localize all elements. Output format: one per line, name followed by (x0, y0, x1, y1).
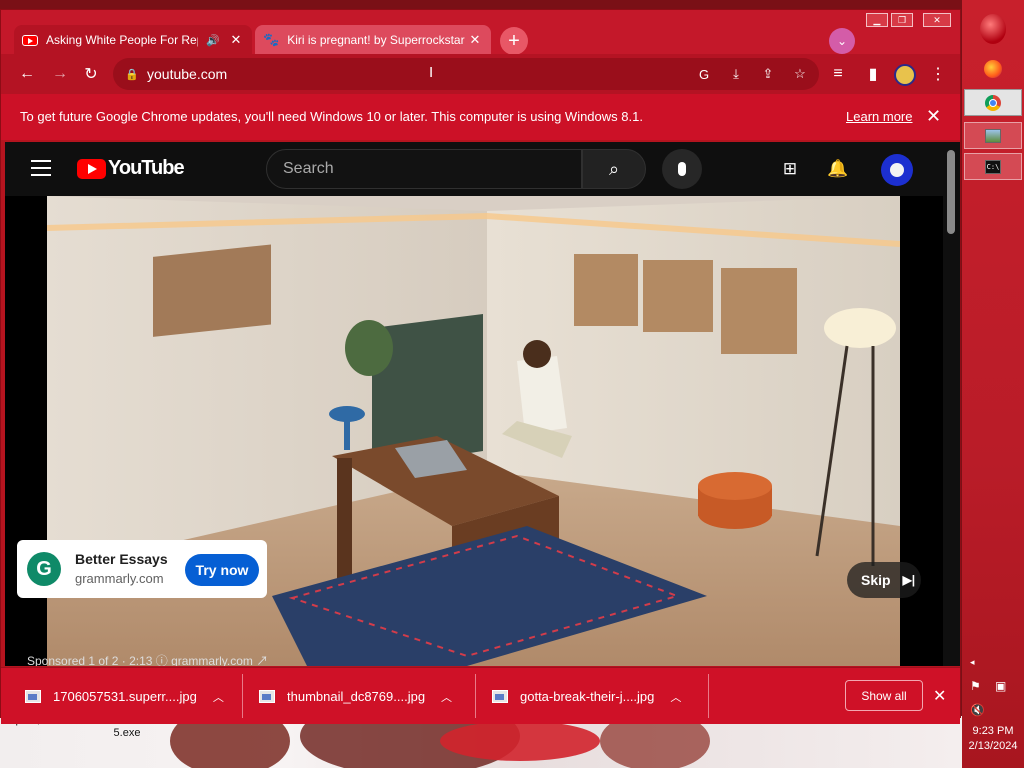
tab-title: Asking White People For Rep (46, 33, 199, 47)
taskbar-chrome-button[interactable] (964, 89, 1022, 116)
learn-more-link[interactable]: Learn more (846, 109, 912, 124)
youtube-page: YouTube Search ⌕ ⊞ 🔔 G Better Essays gra… (5, 142, 943, 666)
image-file-icon (259, 690, 275, 703)
action-center-flag-icon[interactable]: ⚑ (970, 679, 981, 693)
download-filename: gotta-break-their-j....jpg (520, 689, 655, 704)
notifications-bell-icon[interactable]: 🔔 (827, 158, 849, 180)
toolbar: ← → ↻ 🔒 youtube.com I G ⤓ ⇪ ☆ ≡ ▮ ⋮ (1, 54, 960, 94)
youtube-logo[interactable]: YouTube (77, 157, 185, 180)
close-tab-icon[interactable]: ✕ (228, 32, 244, 48)
google-lens-icon[interactable]: G (695, 65, 713, 83)
page-scrollbar[interactable] (943, 142, 960, 666)
image-file-icon (492, 690, 508, 703)
terminal-icon: C:\ (985, 159, 1001, 174)
downloads-bar: 1706057531.superr....jpg ︿ thumbnail_dc8… (1, 667, 960, 724)
address-bar[interactable]: 🔒 youtube.com I G ⤓ ⇪ ☆ (113, 58, 819, 90)
account-avatar[interactable] (881, 154, 913, 186)
skip-ad-button[interactable]: Skip ▶| (847, 562, 921, 598)
ad-card[interactable]: G Better Essays grammarly.com Try now (17, 540, 267, 598)
sponsored-label: Sponsored 1 of 2 · 2:13 ⓘ grammarly.com … (27, 654, 269, 666)
tab-title: Kiri is pregnant! by Superrockstar (287, 33, 465, 47)
profile-avatar[interactable] (894, 64, 916, 86)
download-filename: thumbnail_dc8769....jpg (287, 689, 426, 704)
clock-time: 9:23 PM (972, 725, 1014, 737)
youtube-play-logo-icon (77, 158, 106, 179)
ad-title: Better Essays (75, 551, 168, 567)
close-downloads-icon[interactable]: ✕ (933, 686, 946, 706)
tab-strip: ▁ ❐ ✕ Asking White People For Rep 🔊 ✕ 🐾 … (1, 10, 960, 55)
show-all-downloads-button[interactable]: Show all (845, 680, 923, 711)
chrome-window: ▁ ❐ ✕ Asking White People For Rep 🔊 ✕ 🐾 … (0, 9, 961, 724)
download-item[interactable]: 1706057531.superr....jpg ︿ (25, 668, 224, 725)
share-icon[interactable]: ⇪ (759, 65, 777, 83)
youtube-favicon-icon (22, 34, 38, 46)
forward-button[interactable]: → (49, 63, 71, 85)
clock-date: 2/13/2024 (968, 740, 1018, 752)
microphone-icon (678, 162, 686, 176)
skip-label: Skip (861, 572, 891, 588)
tray-expand-icon[interactable]: ◂ (970, 657, 975, 668)
divider (242, 674, 243, 718)
ad-domain: grammarly.com (75, 571, 164, 586)
grammarly-logo-icon: G (27, 552, 61, 586)
voice-search-button[interactable] (662, 149, 702, 189)
back-button[interactable]: ← (16, 63, 38, 85)
start-orb-icon[interactable] (980, 14, 1006, 44)
chrome-menu-icon[interactable]: ⋮ (927, 63, 949, 85)
chevron-up-icon[interactable]: ︿ (213, 689, 224, 705)
search-input[interactable]: Search (266, 149, 582, 189)
new-tab-button[interactable]: + (500, 27, 528, 55)
lock-icon[interactable]: 🔒 (125, 68, 139, 81)
download-filename: 1706057531.superr....jpg (53, 689, 197, 704)
youtube-header: YouTube Search ⌕ ⊞ 🔔 (5, 142, 943, 196)
side-panel-icon[interactable]: ▮ (862, 63, 884, 85)
network-icon[interactable]: ▣ (995, 679, 1006, 693)
restore-button[interactable]: ❐ (891, 13, 913, 27)
download-item[interactable]: thumbnail_dc8769....jpg ︿ (259, 668, 452, 725)
taskbar: C:\ ◂ ⚑ ▣ 🔇 (962, 0, 1024, 768)
text-cursor-icon: I (429, 64, 434, 81)
chevron-down-icon: ⌄ (836, 34, 848, 48)
taskbar-clock[interactable]: 9:23 PM 2/13/2024 (962, 724, 1024, 754)
download-item[interactable]: gotta-break-their-j....jpg ︿ (492, 668, 681, 725)
hamburger-menu-icon[interactable] (31, 160, 51, 176)
address-url: youtube.com (147, 66, 228, 82)
volume-muted-icon[interactable]: 🔇 (970, 703, 985, 717)
chrome-icon (985, 94, 1001, 111)
video-player[interactable]: G Better Essays grammarly.com Try now Sk… (5, 196, 943, 666)
reload-button[interactable]: ↻ (80, 63, 102, 85)
scrollbar-thumb[interactable] (947, 150, 955, 234)
media-controls-icon[interactable]: ≡ (827, 63, 849, 85)
image-file-icon (25, 690, 41, 703)
infobar-message: To get future Google Chrome updates, you… (20, 109, 643, 124)
infobar-close-icon[interactable]: ✕ (926, 106, 941, 127)
update-infobar: To get future Google Chrome updates, you… (1, 94, 960, 140)
bookmark-star-icon[interactable]: ☆ (791, 65, 809, 83)
divider (475, 674, 476, 718)
tab-search-button[interactable]: ⌄ (829, 28, 855, 54)
search-icon: ⌕ (608, 158, 620, 179)
close-window-button[interactable]: ✕ (923, 13, 951, 27)
paw-favicon-icon: 🐾 (263, 32, 280, 47)
tab-deviantart[interactable]: 🐾 Kiri is pregnant! by Superrockstar ✕ (255, 25, 491, 55)
chevron-up-icon[interactable]: ︿ (670, 689, 681, 705)
speaker-icon[interactable]: 🔊 (206, 34, 220, 47)
skip-next-icon: ▶| (902, 573, 916, 587)
close-tab-icon[interactable]: ✕ (467, 32, 483, 48)
install-app-icon[interactable]: ⤓ (727, 65, 745, 83)
minimize-button[interactable]: ▁ (866, 13, 888, 27)
firefox-icon[interactable] (984, 60, 1002, 78)
screen: Papers, Please Forza Horizon 5.exe C:\ ◂… (0, 0, 1024, 768)
taskbar-cmd-button[interactable]: C:\ (964, 153, 1022, 180)
tab-youtube[interactable]: Asking White People For Rep 🔊 ✕ (14, 25, 252, 55)
chevron-up-icon[interactable]: ︿ (441, 689, 452, 705)
divider (708, 674, 709, 718)
image-viewer-icon (985, 128, 1001, 143)
taskbar-image-app-button[interactable] (964, 122, 1022, 149)
create-video-icon[interactable]: ⊞ (779, 158, 801, 180)
try-now-button[interactable]: Try now (185, 554, 259, 586)
search-button[interactable]: ⌕ (582, 149, 646, 189)
youtube-logo-text: YouTube (108, 157, 185, 179)
